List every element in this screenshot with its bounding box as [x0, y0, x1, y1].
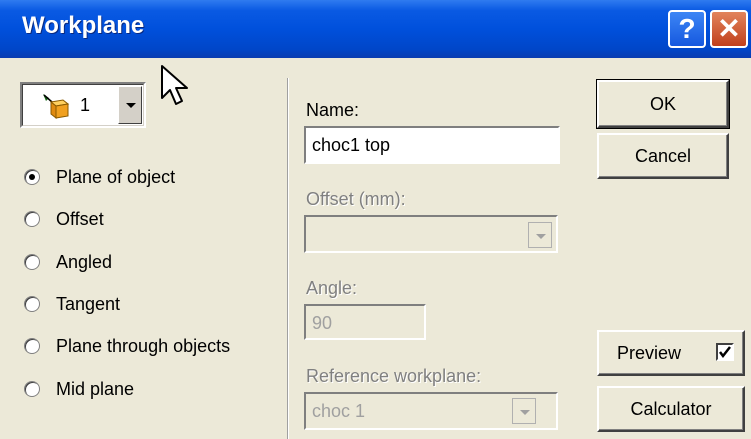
calculator-button[interactable]: Calculator [597, 386, 745, 432]
chevron-down-icon [536, 234, 546, 239]
radio-button[interactable] [24, 381, 40, 397]
radio-plane-of-object[interactable]: Plane of object [24, 164, 175, 190]
ok-button[interactable]: OK [596, 79, 730, 129]
close-button[interactable]: ✕ [710, 10, 748, 48]
radio-angled[interactable]: Angled [24, 249, 112, 275]
offset-combo[interactable] [304, 215, 558, 253]
radio-tangent[interactable]: Tangent [24, 291, 120, 317]
object-selector[interactable]: 1 [20, 82, 146, 128]
radio-label: Tangent [56, 293, 121, 314]
angle-field[interactable]: 90 [304, 304, 426, 340]
radio-label: Plane through objects [56, 335, 231, 356]
preview-checkbox[interactable] [716, 343, 734, 361]
radio-offset[interactable]: Offset [24, 206, 104, 232]
radio-label: Plane of object [56, 166, 176, 187]
pane-divider [287, 78, 289, 439]
checkmark-icon [719, 346, 731, 359]
radio-plane-through-objects[interactable]: Plane through objects [24, 333, 230, 359]
workplane-object-icon [43, 94, 70, 120]
cancel-button[interactable]: Cancel [597, 133, 729, 179]
title-bar: Workplane ? ✕ [0, 0, 751, 58]
radio-button[interactable] [24, 254, 40, 270]
radio-button[interactable] [24, 338, 40, 354]
radio-button[interactable] [24, 211, 40, 227]
offset-dropdown-button[interactable] [528, 222, 552, 248]
window-title: Workplane [22, 12, 145, 39]
chevron-down-icon [520, 410, 530, 415]
name-field[interactable]: choc1 top [304, 126, 560, 164]
reference-workplane-dropdown-button[interactable] [512, 398, 536, 424]
radio-label: Offset [56, 208, 104, 229]
mouse-pointer-icon [161, 65, 188, 105]
angle-label: Angle: [306, 278, 358, 298]
chevron-down-icon [126, 103, 136, 108]
offset-label: Offset (mm): [306, 189, 406, 209]
radio-label: Mid plane [56, 378, 135, 399]
radio-mid-plane[interactable]: Mid plane [24, 376, 134, 402]
object-selector-dropdown-button[interactable] [118, 86, 142, 124]
object-selector-value: 1 [80, 95, 91, 115]
help-button[interactable]: ? [668, 10, 706, 48]
radio-button[interactable] [24, 169, 40, 185]
radio-button[interactable] [24, 296, 40, 312]
name-label: Name: [306, 100, 360, 120]
reference-workplane-label: Reference workplane: [306, 366, 482, 386]
radio-label: Angled [56, 251, 113, 272]
